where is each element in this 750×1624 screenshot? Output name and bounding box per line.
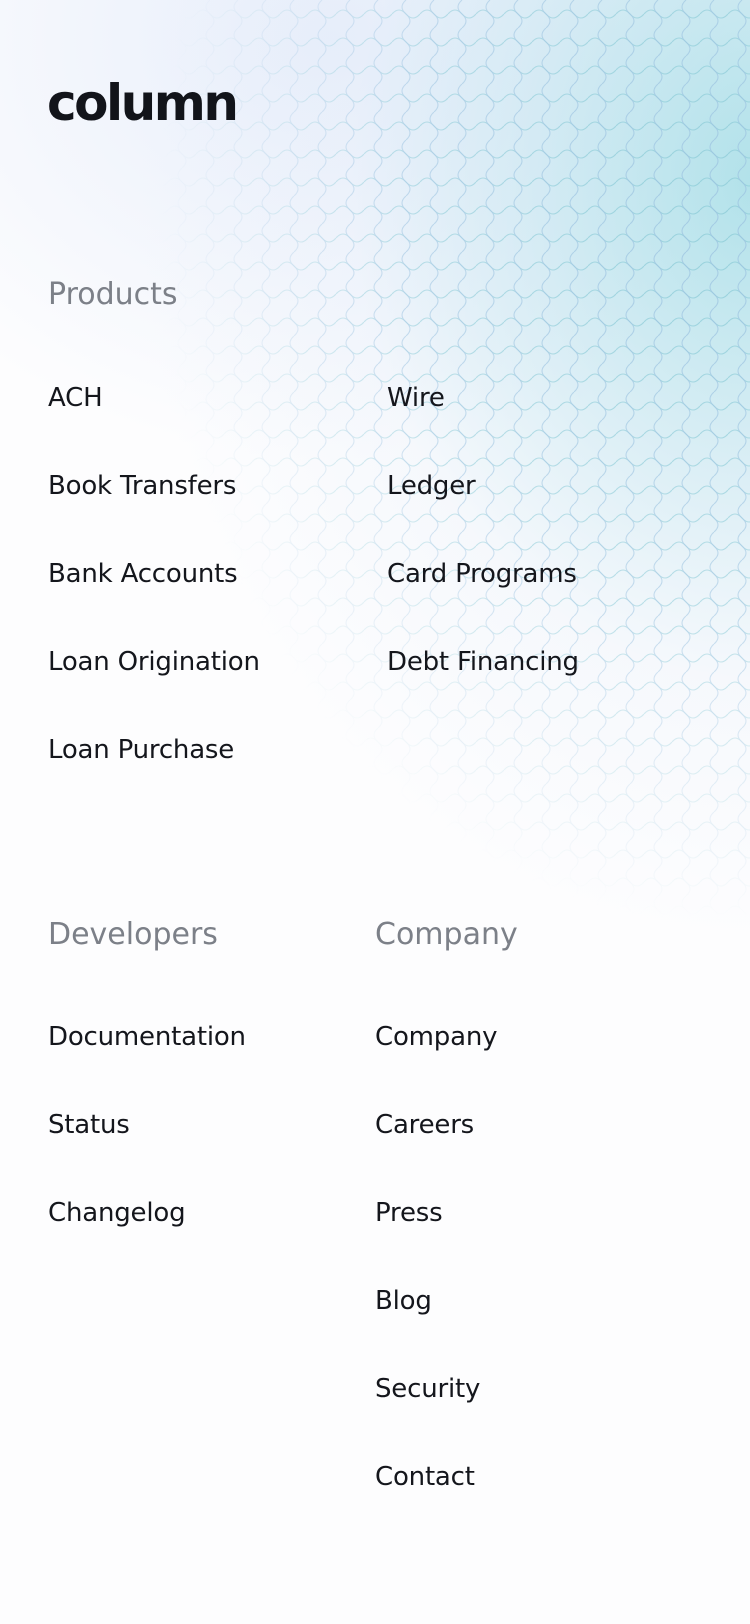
company-link-careers[interactable]: Careers	[375, 1112, 474, 1138]
products-link-ledger[interactable]: Ledger	[387, 473, 476, 499]
developers-link-documentation[interactable]: Documentation	[48, 1024, 246, 1050]
products-link-card-programs[interactable]: Card Programs	[387, 561, 577, 587]
products-link-bank-accounts[interactable]: Bank Accounts	[48, 561, 238, 587]
products-link-ach[interactable]: ACH	[48, 385, 103, 411]
company-link-security[interactable]: Security	[375, 1376, 480, 1402]
company-link-company[interactable]: Company	[375, 1024, 497, 1050]
products-link-loan-origination[interactable]: Loan Origination	[48, 649, 260, 675]
products-heading: Products	[48, 277, 178, 312]
column-logo[interactable]: column	[47, 78, 239, 128]
products-link-loan-purchase[interactable]: Loan Purchase	[48, 737, 234, 763]
company-heading: Company	[375, 917, 518, 952]
company-link-blog[interactable]: Blog	[375, 1288, 432, 1314]
products-link-book-transfers[interactable]: Book Transfers	[48, 473, 236, 499]
products-link-debt-financing[interactable]: Debt Financing	[387, 649, 579, 675]
company-link-press[interactable]: Press	[375, 1200, 443, 1226]
developers-heading: Developers	[48, 917, 218, 952]
developers-link-status[interactable]: Status	[48, 1112, 130, 1138]
products-link-wire[interactable]: Wire	[387, 385, 445, 411]
developers-link-changelog[interactable]: Changelog	[48, 1200, 186, 1226]
company-link-contact[interactable]: Contact	[375, 1464, 475, 1490]
